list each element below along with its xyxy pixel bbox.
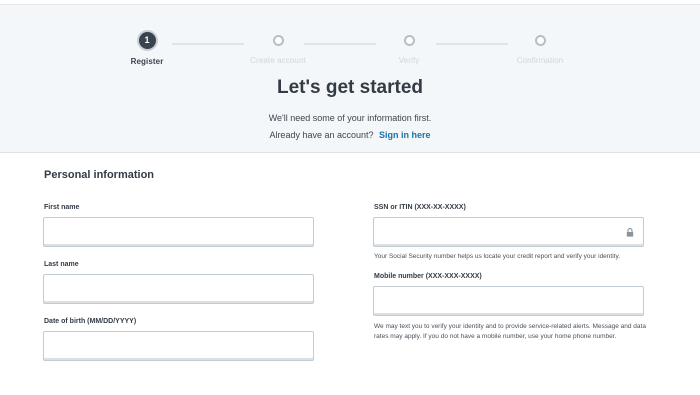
step-create-account: Create account xyxy=(218,32,338,65)
step-inactive-dot xyxy=(272,35,284,46)
sign-in-link[interactable]: Sign in here xyxy=(379,130,431,140)
ssn-label: SSN or ITIN (XXX-XX-XXXX) xyxy=(374,204,466,211)
dob-label: Date of birth (MM/DD/YYYY) xyxy=(44,318,137,325)
dob-input[interactable] xyxy=(43,331,314,361)
progress-stepper: 1 Register Create account Verify Confirm… xyxy=(0,19,700,69)
step-label: Register xyxy=(130,57,164,66)
step-label: Create account xyxy=(250,56,306,65)
section-title: Personal information xyxy=(44,169,155,181)
mobile-input[interactable] xyxy=(373,286,644,316)
last-name-input[interactable] xyxy=(43,274,314,304)
lock-icon xyxy=(626,228,634,237)
step-register: 1 Register xyxy=(87,32,207,66)
ssn-input[interactable] xyxy=(373,217,644,247)
account-prompt-line: Already have an account? Sign in here xyxy=(0,130,700,140)
mobile-help-text: We may text you to verify your identity … xyxy=(374,323,646,340)
step-confirmation: Confirmation xyxy=(480,32,600,65)
page-subtitle: We'll need some of your information firs… xyxy=(268,113,432,123)
step-verify: Verify xyxy=(349,32,469,65)
step-inactive-dot xyxy=(403,35,415,46)
step-label: Confirmation xyxy=(516,56,564,65)
step-label: Verify xyxy=(398,56,420,65)
ssn-help-text: Your Social Security number helps us loc… xyxy=(374,253,621,260)
step-active-dot: 1 xyxy=(138,32,156,49)
account-prompt-text: Already have an account? xyxy=(269,130,374,140)
last-name-label: Last name xyxy=(44,261,79,268)
first-name-input[interactable] xyxy=(43,217,314,247)
page-title: Let's get started xyxy=(277,77,423,98)
step-inactive-dot xyxy=(534,35,546,46)
mobile-label: Mobile number (XXX-XXX-XXXX) xyxy=(374,273,482,280)
first-name-label: First name xyxy=(44,204,80,211)
